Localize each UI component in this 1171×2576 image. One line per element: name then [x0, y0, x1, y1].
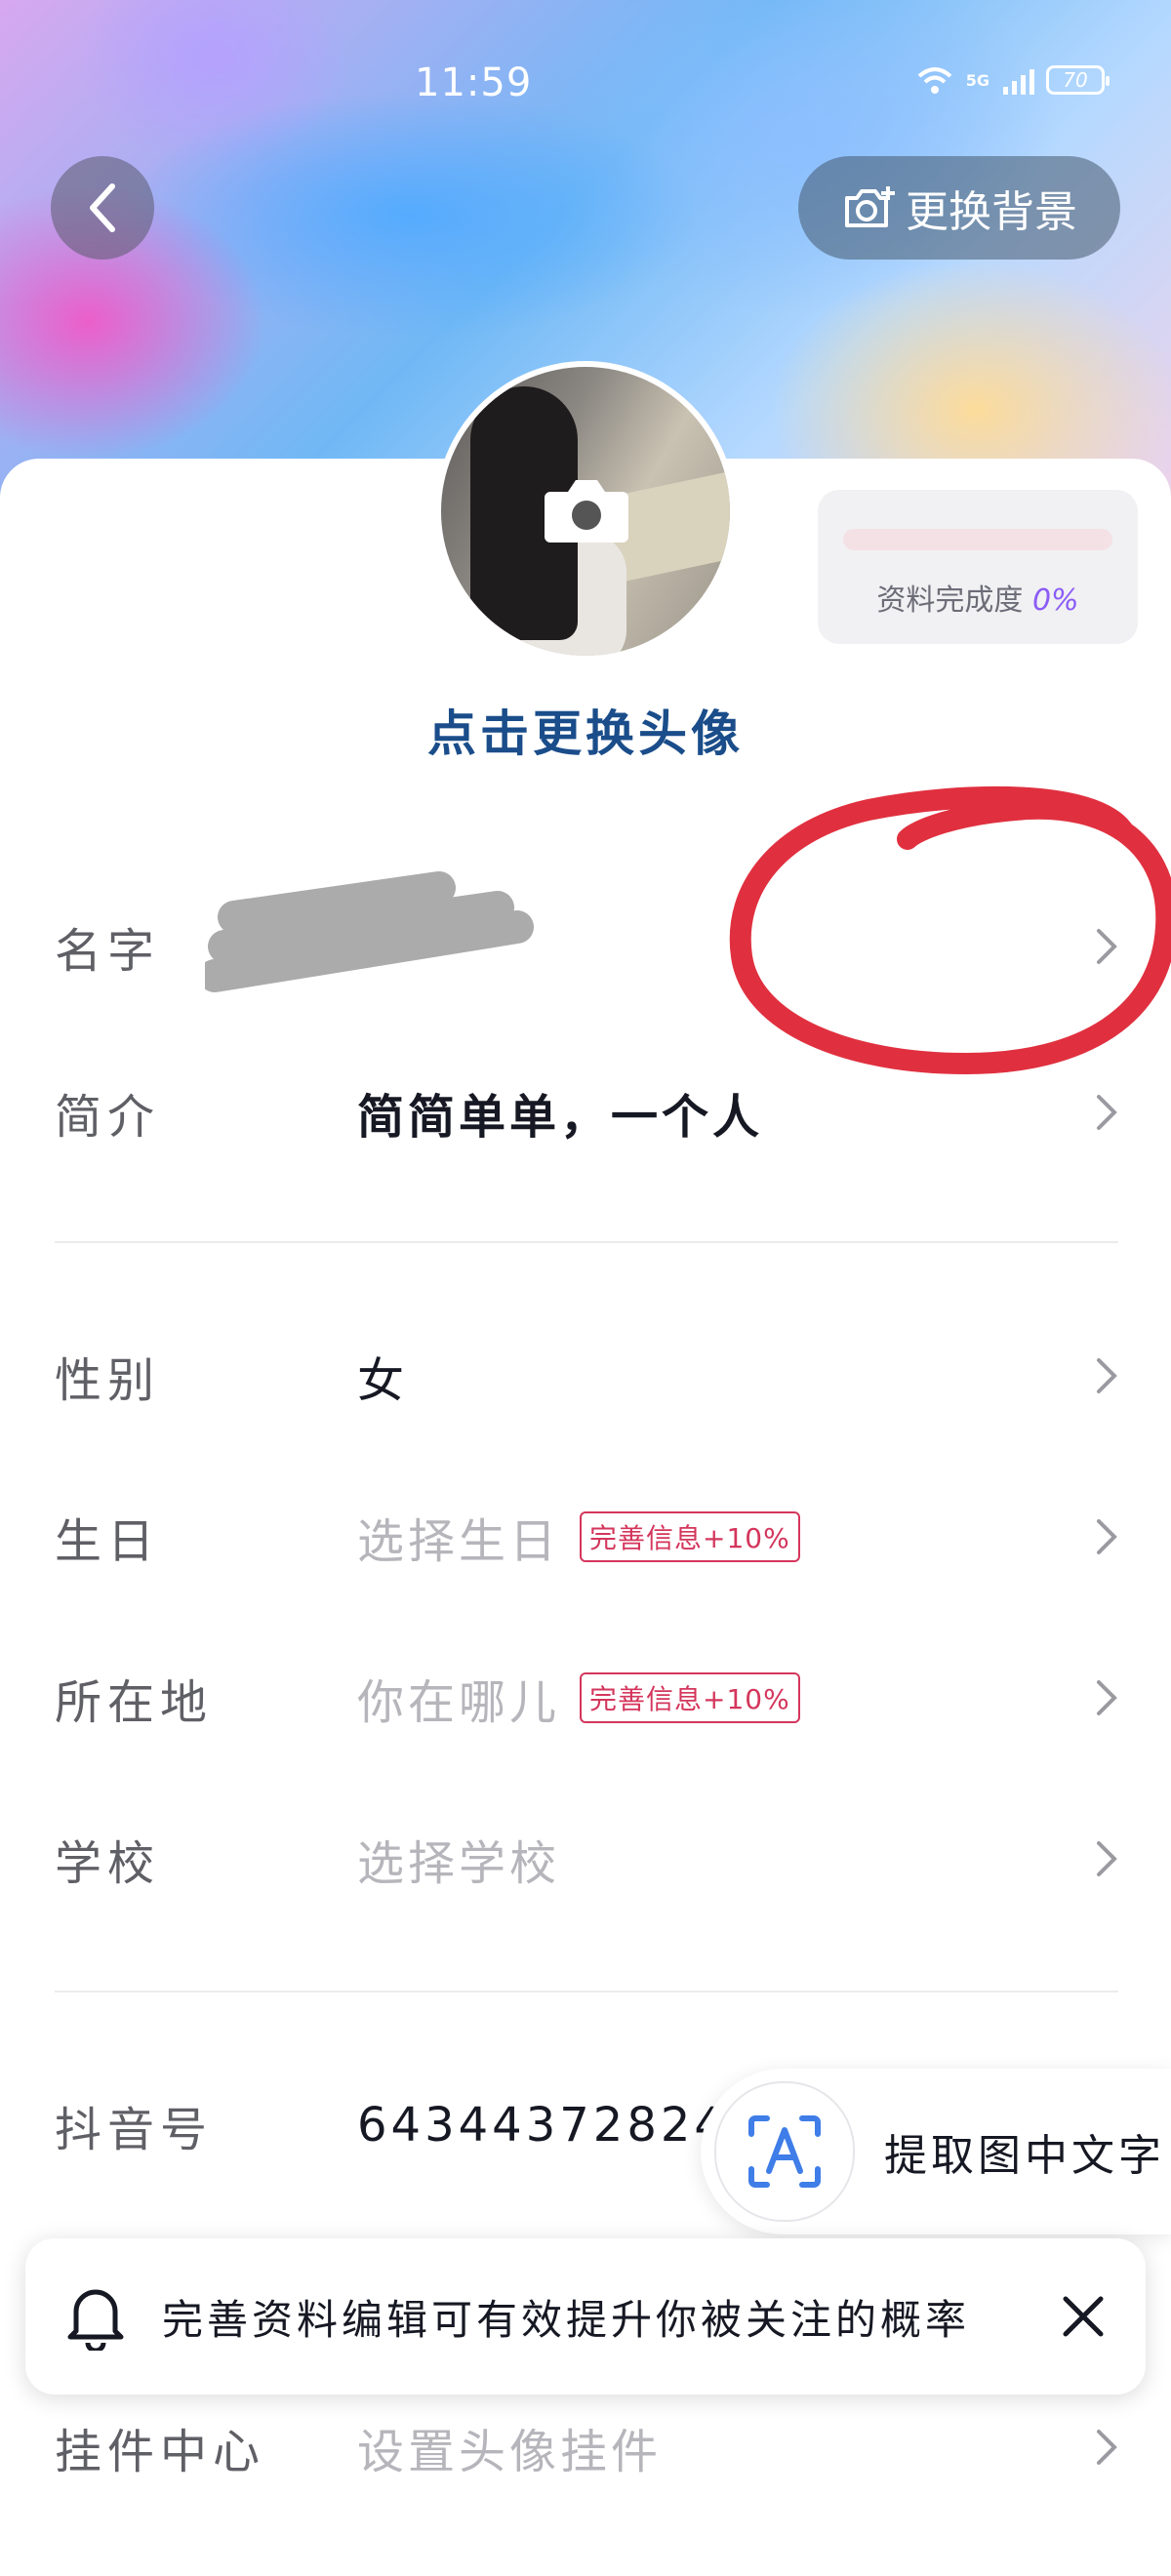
signal-icon [1003, 65, 1034, 95]
wifi-icon [917, 67, 952, 94]
avatar-image [441, 367, 730, 656]
change-background-button[interactable]: 更换背景 [798, 156, 1120, 260]
close-button[interactable] [1054, 2287, 1112, 2346]
extract-text-button[interactable]: 提取图中文字 [701, 2069, 1171, 2234]
row-label: 性别 [55, 1353, 161, 1408]
douyin-id-value: 64344372824 [357, 2098, 728, 2153]
row-label: 抖音号 [55, 2103, 214, 2157]
row-school[interactable]: 学校 选择学校 [55, 1810, 1118, 1908]
close-icon [1063, 2296, 1104, 2337]
status-icons: 5G 70 [915, 64, 1110, 96]
divider [55, 1241, 1118, 1243]
school-value: 选择学校 [357, 1836, 561, 1891]
status-time: 11:59 [415, 60, 533, 105]
birthday-value: 选择生日 [357, 1514, 561, 1569]
chevron-right-icon [1097, 1358, 1117, 1393]
camera-plus-icon [845, 186, 895, 227]
battery-icon: 70 [1046, 65, 1110, 95]
network-type: 5G [965, 70, 989, 90]
camera-icon [545, 480, 628, 543]
extract-text-label: 提取图中文字 [884, 2131, 1165, 2181]
avatar[interactable] [435, 361, 736, 662]
redacted-name-scribble [205, 871, 534, 992]
pendant-value: 设置头像挂件 [357, 2425, 663, 2479]
status-bar: 11:59 5G 70 [0, 0, 1171, 117]
row-label: 挂件中心 [55, 2425, 266, 2479]
chevron-right-icon [1097, 2430, 1117, 2465]
change-background-label: 更换背景 [906, 187, 1077, 237]
bonus-badge: 完善信息+10% [580, 1672, 800, 1723]
divider [55, 1991, 1118, 1992]
change-avatar-link[interactable]: 点击更换头像 [0, 695, 1171, 765]
notice-banner: 完善资料编辑可有效提升你被关注的概率 [25, 2238, 1146, 2395]
back-button[interactable] [51, 156, 154, 260]
row-label: 生日 [55, 1514, 161, 1569]
row-birthday[interactable]: 生日 选择生日 完善信息+10% [55, 1488, 1118, 1586]
text-scan-icon [714, 2081, 855, 2222]
row-label: 所在地 [55, 1675, 214, 1730]
chevron-right-icon [1097, 1519, 1117, 1554]
notice-text: 完善资料编辑可有效提升你被关注的概率 [162, 2295, 971, 2344]
chevron-left-icon [90, 183, 115, 232]
bell-icon [67, 2289, 124, 2351]
row-label: 简介 [55, 1090, 161, 1145]
completion-progress-bar [843, 529, 1112, 550]
completion-label: 资料完成度 [876, 584, 1024, 618]
bonus-badge: 完善信息+10% [580, 1511, 800, 1562]
red-annotation-circle [729, 785, 1171, 1075]
chevron-right-icon [1097, 1841, 1117, 1876]
row-label: 学校 [55, 1836, 161, 1891]
completion-percent: 0% [1031, 584, 1079, 618]
gender-value: 女 [357, 1353, 409, 1408]
profile-completion-card[interactable]: 资料完成度 0% [818, 490, 1138, 644]
row-gender[interactable]: 性别 女 [55, 1327, 1118, 1425]
row-location[interactable]: 所在地 你在哪儿 完善信息+10% [55, 1649, 1118, 1747]
row-pendant-center[interactable]: 挂件中心 设置头像挂件 [55, 2398, 1118, 2496]
location-value: 你在哪儿 [357, 1675, 561, 1730]
completion-text: 资料完成度 0% [818, 576, 1138, 619]
bio-value: 简简单单，一个人 [357, 1090, 764, 1145]
chevron-right-icon [1097, 1680, 1117, 1715]
